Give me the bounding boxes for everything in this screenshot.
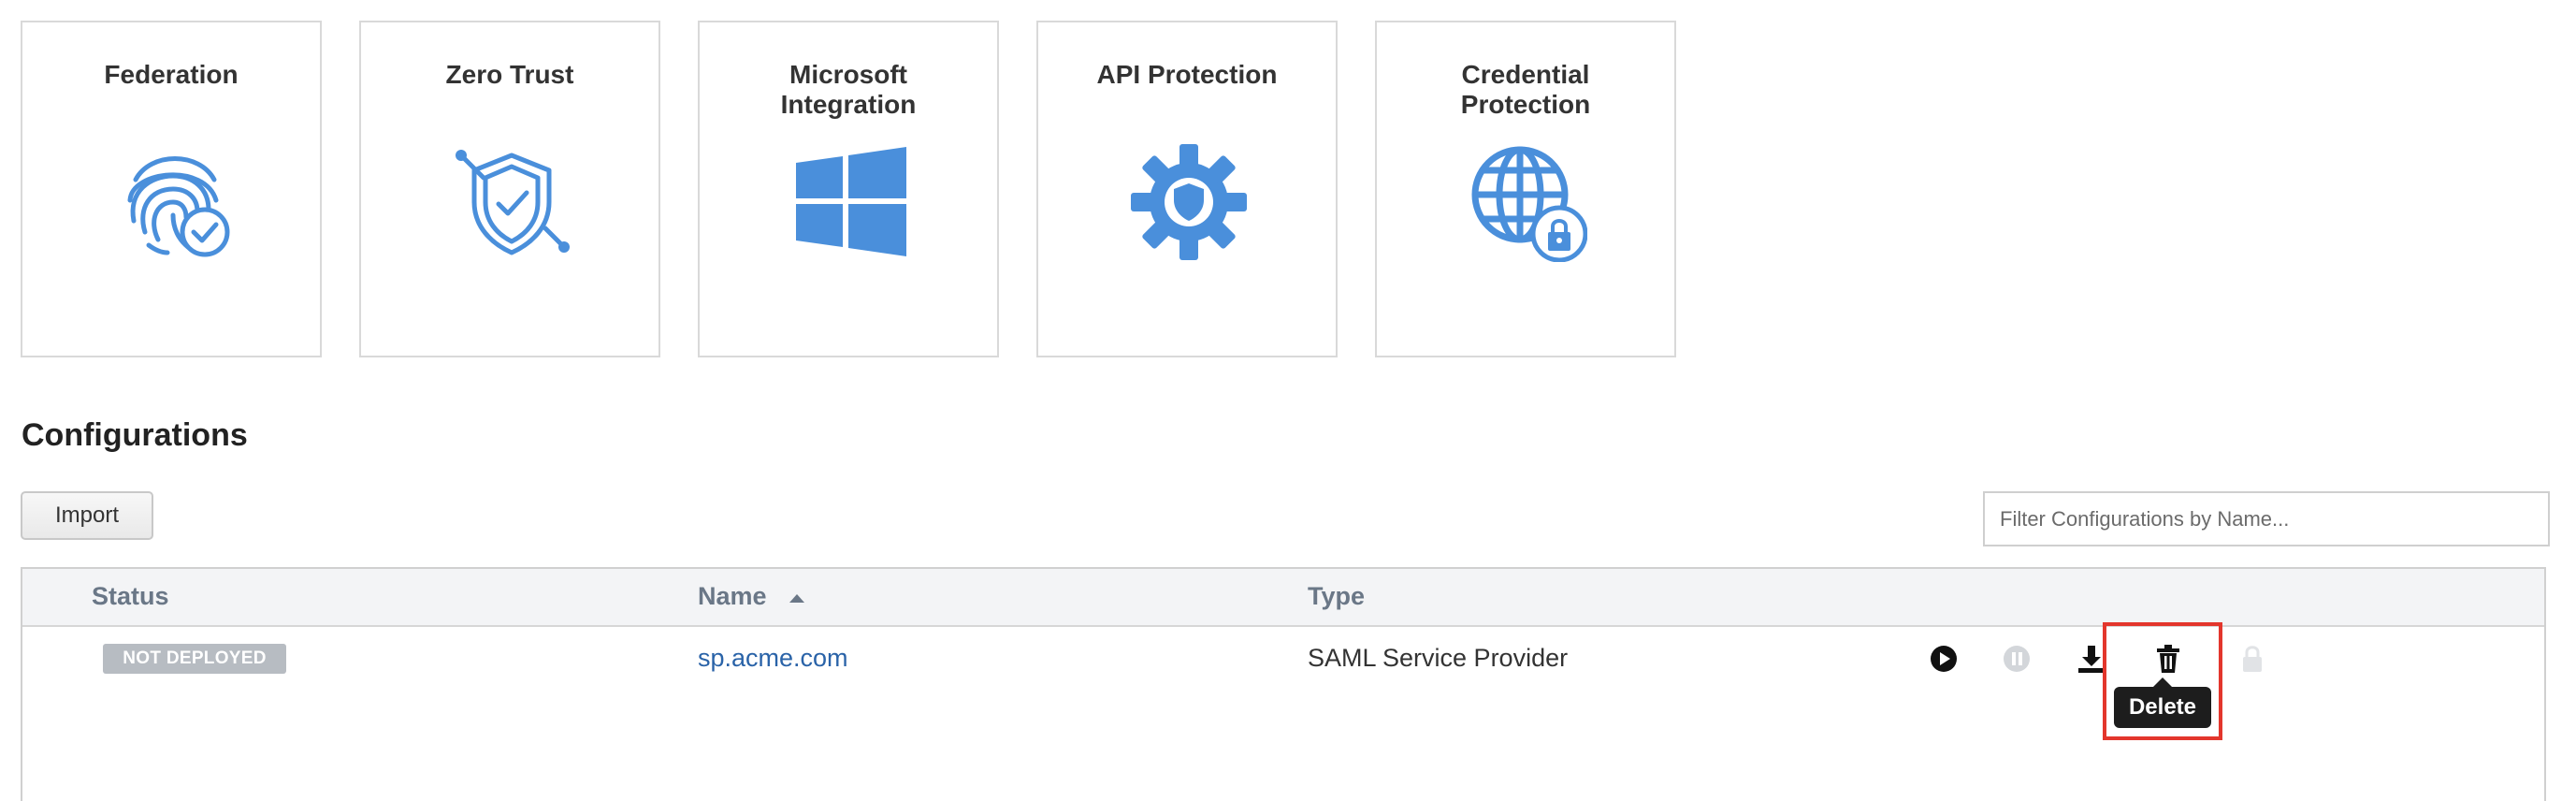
fingerprint-check-icon [127, 156, 230, 257]
tile-microsoft-integration[interactable]: Microsoft Integration [698, 21, 999, 357]
configuration-type: SAML Service Provider [1308, 644, 1569, 672]
column-header-status[interactable]: Status [92, 582, 169, 611]
sort-up-icon [789, 593, 805, 603]
column-header-name-label: Name [698, 582, 767, 610]
status-badge: NOT DEPLOYED [103, 644, 286, 674]
gear-shield-icon [1131, 144, 1247, 260]
column-header-type[interactable]: Type [1308, 582, 1365, 611]
play-icon[interactable] [1927, 642, 1961, 676]
pause-icon[interactable] [2000, 642, 2033, 676]
lock-icon[interactable] [2236, 642, 2269, 676]
import-button[interactable]: Import [21, 491, 153, 540]
windows-logo-icon [796, 147, 906, 256]
column-header-name[interactable]: Name [698, 582, 805, 611]
tile-api-protection[interactable]: API Protection [1036, 21, 1338, 357]
globe-lock-icon [1471, 146, 1587, 262]
tile-zero-trust[interactable]: Zero Trust [359, 21, 660, 357]
filter-configurations-input[interactable] [1983, 491, 2550, 546]
tile-title: Zero Trust [445, 60, 574, 89]
tile-federation[interactable]: Federation [21, 21, 322, 357]
configuration-name-link[interactable]: sp.acme.com [698, 644, 848, 673]
delete-tooltip: Delete [2114, 677, 2211, 728]
tile-title: Credential Protection [1460, 60, 1591, 119]
table-header: Status Name Type [22, 569, 2544, 627]
tile-title: Microsoft Integration [780, 60, 917, 119]
tile-credential-protection[interactable]: Credential Protection [1375, 21, 1676, 357]
tile-title: Federation [104, 60, 239, 89]
configurations-heading: Configurations [22, 417, 248, 453]
tile-title: API Protection [1096, 60, 1278, 89]
shield-check-network-icon [456, 150, 570, 255]
